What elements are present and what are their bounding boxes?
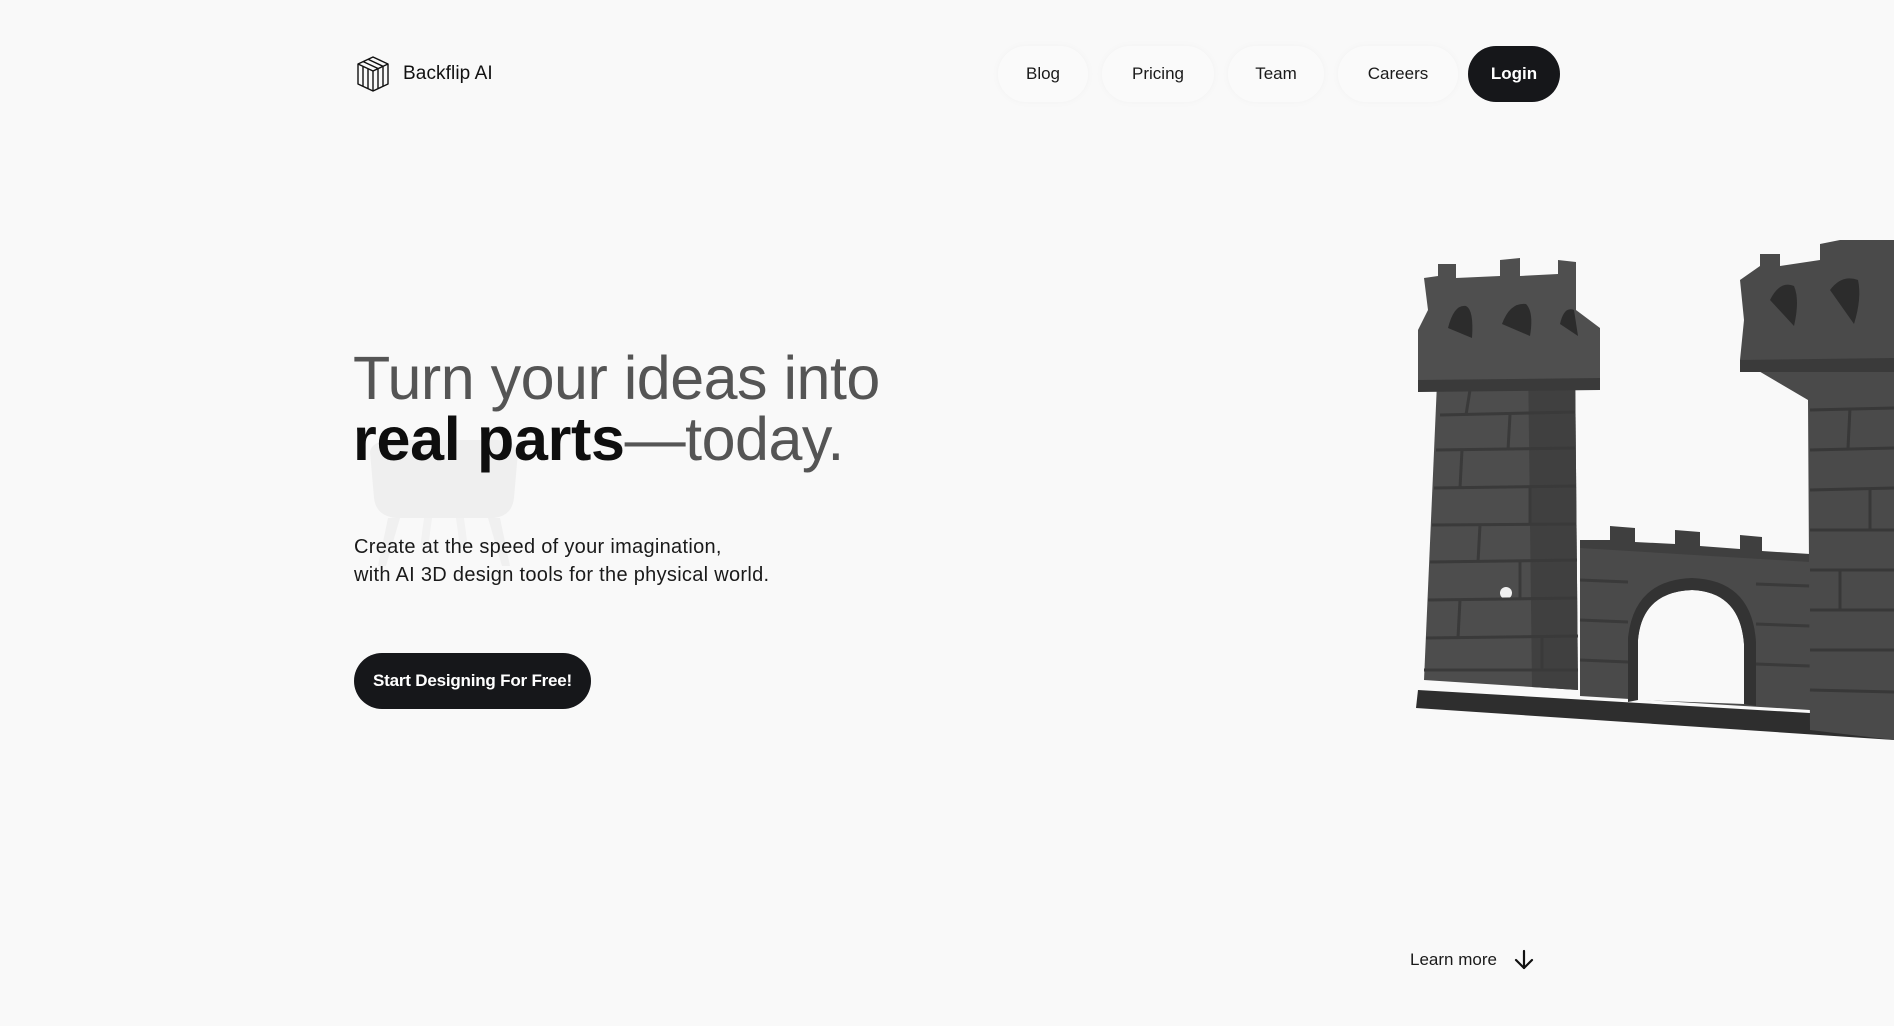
headline-line-1: Turn your ideas into bbox=[353, 344, 880, 412]
learn-more-label: Learn more bbox=[1410, 950, 1497, 969]
headline-emphasis: real parts bbox=[353, 405, 625, 473]
brand-name: Backflip AI bbox=[403, 63, 493, 84]
hero-subtitle: Create at the speed of your imagination,… bbox=[354, 533, 769, 589]
headline-suffix: —today. bbox=[624, 405, 845, 473]
hero-headline: Turn your ideas into real parts—today. bbox=[353, 348, 880, 470]
nav-link-careers[interactable]: Careers bbox=[1338, 46, 1458, 102]
nav-link-blog[interactable]: Blog bbox=[998, 46, 1088, 102]
landing-page: Backflip AI Blog Pricing Team Careers Lo… bbox=[0, 0, 1894, 1026]
subtitle-line-2: with AI 3D design tools for the physical… bbox=[354, 564, 770, 586]
learn-more-link[interactable]: Learn more bbox=[1410, 948, 1535, 972]
top-nav: Blog Pricing Team Careers Login bbox=[998, 46, 1560, 102]
arrow-down-icon bbox=[1514, 949, 1534, 970]
nav-link-pricing[interactable]: Pricing bbox=[1102, 46, 1214, 102]
login-button[interactable]: Login bbox=[1468, 46, 1560, 102]
nav-link-team[interactable]: Team bbox=[1228, 46, 1324, 102]
cube-stack-icon bbox=[357, 56, 389, 92]
headline-line-2: real parts—today. bbox=[353, 409, 880, 470]
brand-logo[interactable]: Backflip AI bbox=[355, 55, 493, 93]
subtitle-line-1: Create at the speed of your imagination, bbox=[354, 536, 722, 558]
start-designing-button[interactable]: Start Designing For Free! bbox=[354, 653, 591, 709]
castle-model-icon bbox=[1416, 240, 1894, 740]
